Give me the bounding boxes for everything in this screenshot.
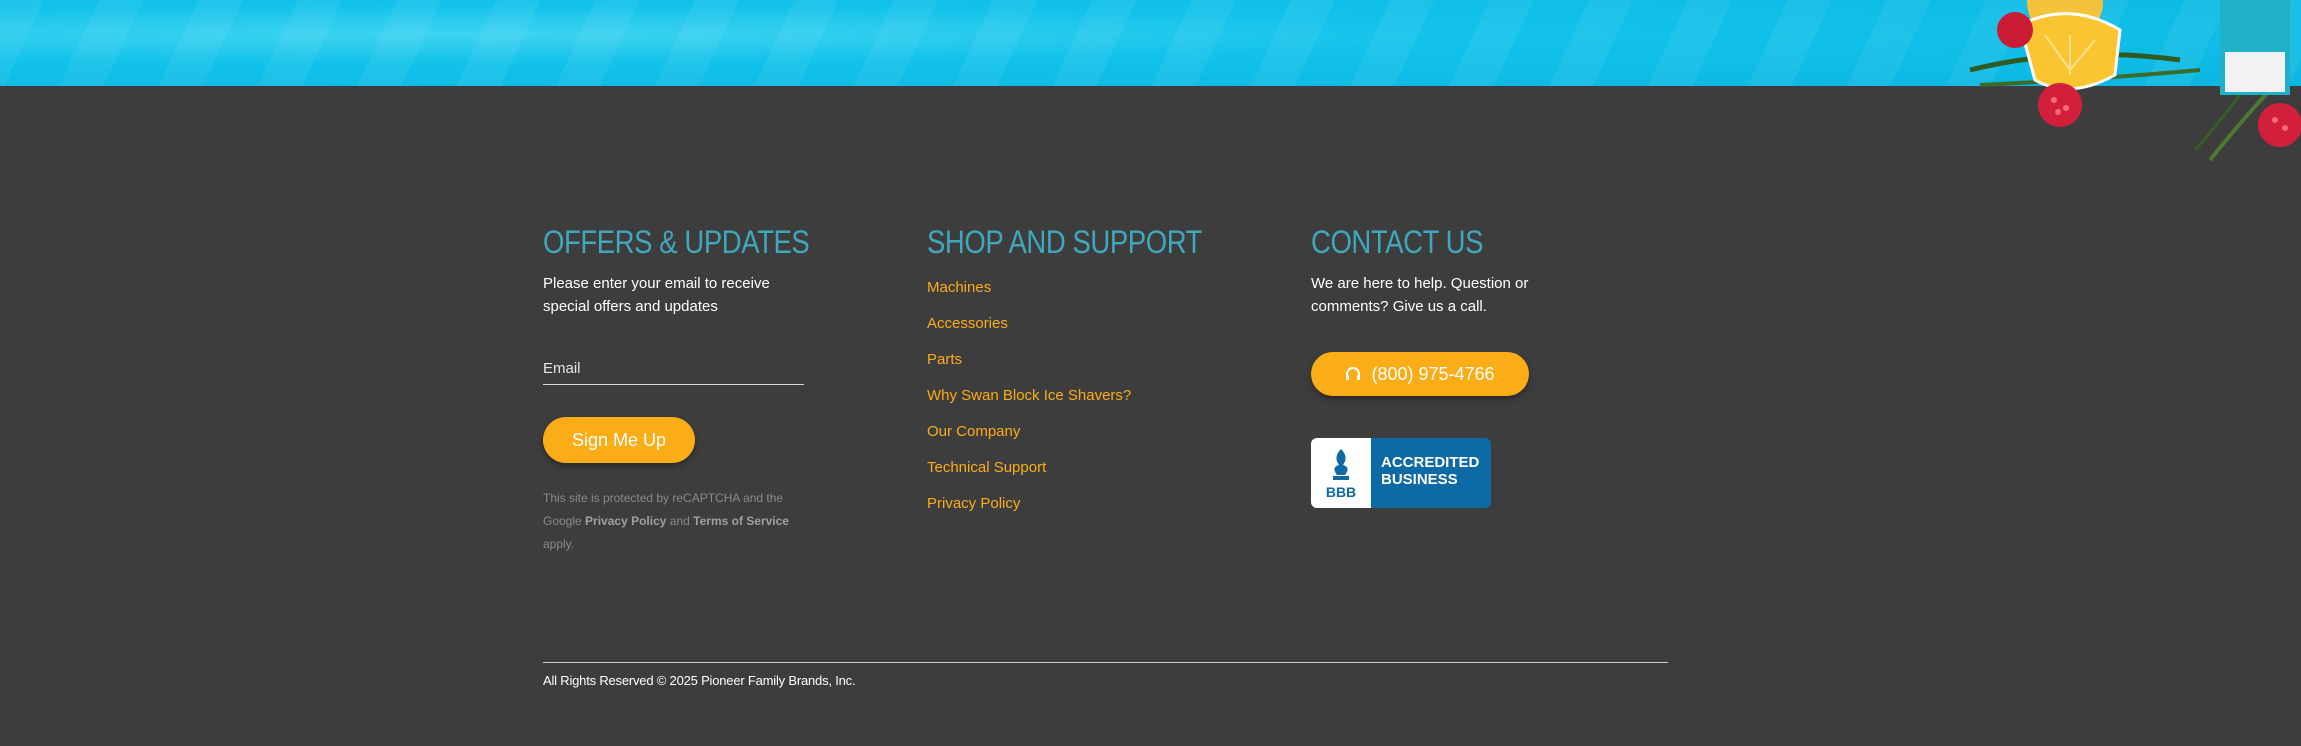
contact-heading: CONTACT US <box>1311 224 1484 260</box>
call-phone-button[interactable]: (800) 975-4766 <box>1311 352 1529 396</box>
recaptcha-notice: This site is protected by reCAPTCHA and … <box>543 487 813 556</box>
bbb-logo: BBB <box>1311 438 1371 508</box>
list-item: Our Company <box>927 422 1187 458</box>
recaptcha-apply: apply. <box>543 537 575 551</box>
bbb-line-accredited: ACCREDITED <box>1381 454 1480 471</box>
recaptcha-terms-link[interactable]: Terms of Service <box>693 514 789 528</box>
list-item: Parts <box>927 350 1187 386</box>
privacy-policy-link[interactable]: Privacy Policy <box>927 495 1020 512</box>
list-item: Privacy Policy <box>927 494 1187 530</box>
recaptcha-and: and <box>669 514 690 528</box>
bbb-mark-text: BBB <box>1326 484 1356 500</box>
bbb-line-business: BUSINESS <box>1381 471 1458 488</box>
bbb-torch-icon: BBB <box>1326 449 1356 500</box>
fruit-decoration-image <box>1969 0 2301 162</box>
shop-support-heading: SHOP AND SUPPORT <box>927 224 1203 260</box>
parts-link[interactable]: Parts <box>927 351 962 368</box>
footer-divider <box>543 662 1668 663</box>
offers-heading: OFFERS & UPDATES <box>543 224 810 260</box>
accessories-link[interactable]: Accessories <box>927 315 1008 332</box>
technical-support-link[interactable]: Technical Support <box>927 459 1046 476</box>
list-item: Accessories <box>927 314 1187 350</box>
recaptcha-privacy-link[interactable]: Privacy Policy <box>585 514 666 528</box>
phone-number: (800) 975-4766 <box>1371 363 1495 384</box>
shop-link-list: Machines Accessories Parts Why Swan Bloc… <box>927 278 1187 530</box>
sign-me-up-button[interactable]: Sign Me Up <box>543 417 695 463</box>
machines-link[interactable]: Machines <box>927 279 991 296</box>
copyright-text: All Rights Reserved © 2025 Pioneer Famil… <box>543 673 856 688</box>
list-item: Machines <box>927 278 1187 314</box>
headset-icon <box>1346 367 1361 380</box>
contact-section: CONTACT US We are here to help. Question… <box>1311 222 1571 508</box>
contact-description: We are here to help. Question or comment… <box>1311 275 1529 315</box>
bbb-text: ACCREDITED BUSINESS <box>1371 438 1491 508</box>
offers-description: Please enter your email to receive speci… <box>543 275 770 315</box>
list-item: Why Swan Block Ice Shavers? <box>927 386 1187 422</box>
why-swan-link[interactable]: Why Swan Block Ice Shavers? <box>927 387 1131 404</box>
email-input[interactable] <box>543 360 804 377</box>
bbb-accredited-badge[interactable]: BBB ACCREDITED BUSINESS <box>1311 438 1491 508</box>
our-company-link[interactable]: Our Company <box>927 423 1020 440</box>
list-item: Technical Support <box>927 458 1187 494</box>
offers-section: OFFERS & UPDATES Please enter your email… <box>543 222 813 556</box>
email-field-wrapper <box>543 360 804 385</box>
shop-support-section: SHOP AND SUPPORT Machines Accessories Pa… <box>927 222 1203 530</box>
